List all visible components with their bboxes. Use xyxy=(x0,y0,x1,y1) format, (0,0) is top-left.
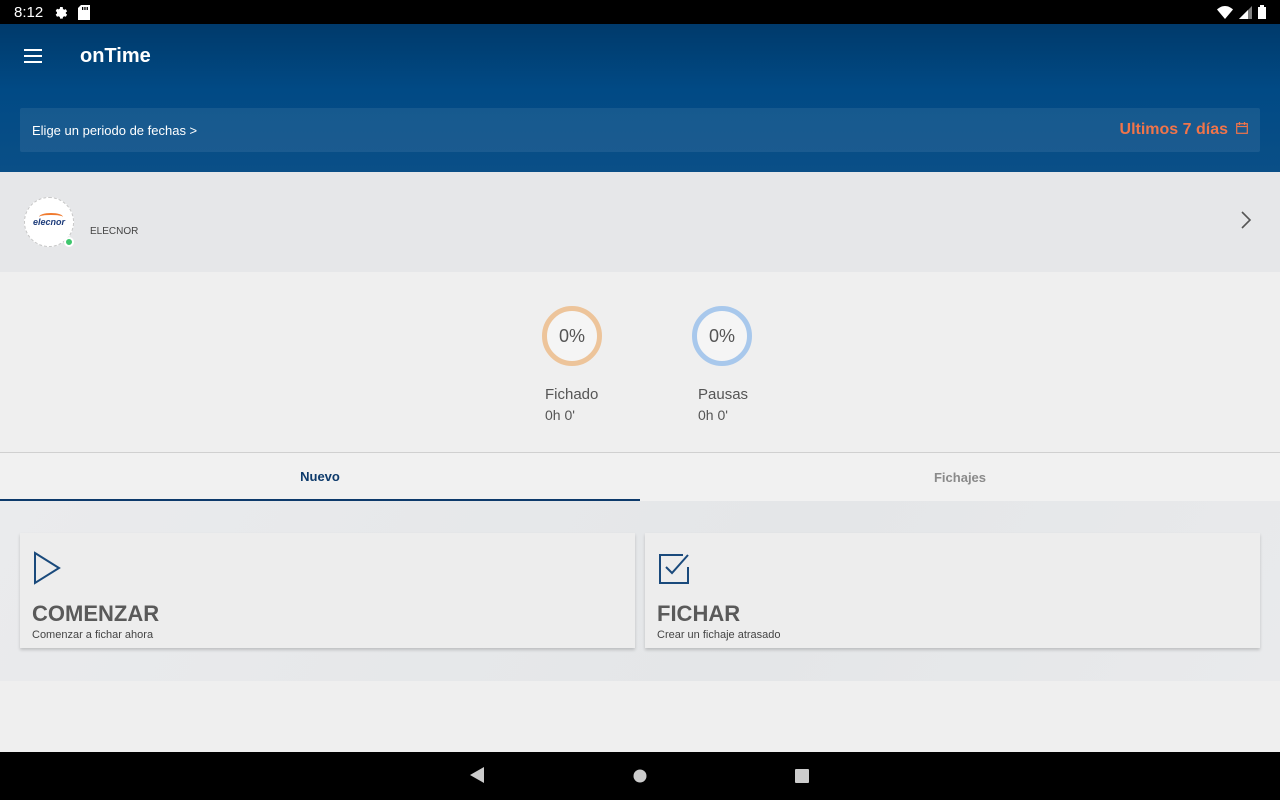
status-left: 8:12 xyxy=(14,3,91,21)
recent-apps-icon[interactable] xyxy=(794,766,810,789)
date-period-prompt: Elige un periodo de fechas > xyxy=(32,122,198,138)
chevron-right-icon[interactable] xyxy=(1240,210,1252,235)
tab-bar: Nuevo Fichajes xyxy=(0,452,1280,501)
pausas-label: Pausas xyxy=(698,386,749,403)
wifi-icon xyxy=(1217,5,1233,19)
comenzar-subtitle: Comenzar a fichar ahora xyxy=(32,629,154,641)
comenzar-title: COMENZAR xyxy=(32,601,160,626)
checkbox-icon xyxy=(657,551,1248,587)
company-logo-text: elecnor xyxy=(32,217,65,227)
battery-icon xyxy=(1258,5,1266,19)
actions-section: COMENZAR Comenzar a fichar ahora FICHAR … xyxy=(0,501,1280,681)
date-period-selector[interactable]: Elige un periodo de fechas > Ultimos 7 d… xyxy=(20,108,1260,152)
status-bar: 8:12 xyxy=(0,0,1280,24)
toolbar: onTime xyxy=(0,24,1280,88)
stat-fichado: 0% Fichado 0h 0' xyxy=(542,306,632,423)
fichado-label: Fichado xyxy=(545,386,599,403)
app-title: onTime xyxy=(80,44,151,67)
home-icon[interactable] xyxy=(632,766,648,789)
fichar-card[interactable]: FICHAR Crear un fichaje atrasado xyxy=(645,533,1260,648)
hamburger-menu-icon[interactable] xyxy=(24,44,48,68)
comenzar-card[interactable]: COMENZAR Comenzar a fichar ahora xyxy=(20,533,635,648)
fichado-progress-ring: 0% xyxy=(542,306,602,366)
fichar-subtitle: Crear un fichaje atrasado xyxy=(657,629,781,641)
company-name: ELECNOR xyxy=(90,225,139,237)
tab-nuevo[interactable]: Nuevo xyxy=(0,453,640,501)
company-avatar: elecnor xyxy=(24,197,74,247)
gear-icon xyxy=(53,5,68,20)
date-range-value[interactable]: Ultimos 7 días xyxy=(1120,121,1248,139)
online-status-dot xyxy=(64,237,74,247)
app-header: onTime Elige un periodo de fechas > Ulti… xyxy=(0,24,1280,172)
stats-section: 0% Fichado 0h 0' 0% Pausas 0h 0' xyxy=(0,272,1280,452)
pausas-progress-ring: 0% xyxy=(692,306,752,366)
play-icon xyxy=(32,551,623,587)
system-nav-bar xyxy=(0,752,1280,800)
pausas-duration: 0h 0' xyxy=(698,407,728,423)
calendar-icon xyxy=(1236,121,1248,139)
signal-icon xyxy=(1239,5,1252,19)
company-row[interactable]: elecnor ELECNOR xyxy=(0,172,1280,272)
sd-card-icon xyxy=(78,4,91,20)
tab-fichajes[interactable]: Fichajes xyxy=(640,453,1280,501)
status-time: 8:12 xyxy=(14,3,44,21)
stat-pausas: 0% Pausas 0h 0' xyxy=(692,306,782,423)
date-range-label: Ultimos 7 días xyxy=(1119,121,1228,138)
back-icon[interactable] xyxy=(468,766,486,789)
status-right xyxy=(1217,5,1266,19)
fichado-duration: 0h 0' xyxy=(545,407,575,423)
fichar-title: FICHAR xyxy=(657,601,741,626)
